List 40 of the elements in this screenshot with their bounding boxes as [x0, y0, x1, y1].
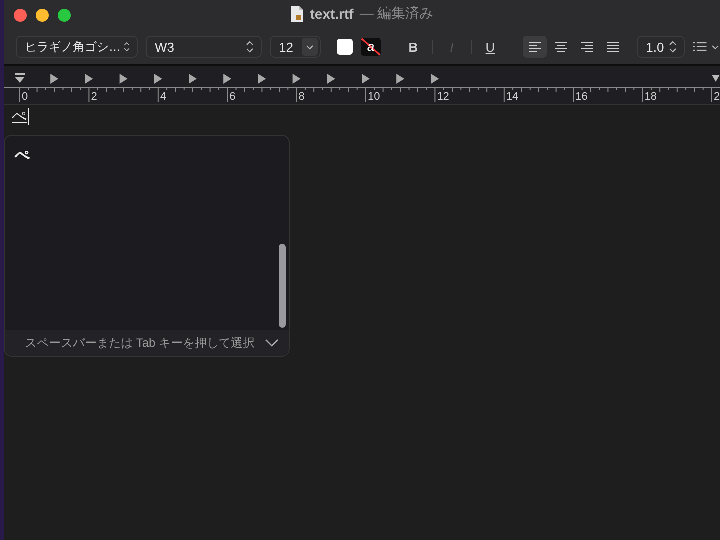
underline-button[interactable]: U	[480, 40, 502, 54]
chevron-down-icon	[302, 38, 318, 56]
text-color-button[interactable]	[337, 39, 354, 55]
chevron-down-icon	[265, 337, 279, 349]
zoom-button[interactable]	[58, 8, 71, 22]
align-left-button[interactable]	[523, 36, 548, 58]
edited-status: — 編集済み	[360, 5, 434, 23]
candidate-item[interactable]: ぺ	[13, 146, 32, 165]
ruler-number: 14	[506, 91, 519, 103]
composing-text: ぺ	[12, 108, 29, 125]
bold-button[interactable]: B	[402, 40, 424, 54]
ruler-number: 2	[714, 91, 720, 103]
window-title: text.rtf	[310, 6, 354, 22]
updown-icon	[668, 40, 678, 54]
ruler-number: 6	[230, 91, 236, 103]
ruler-number: 10	[368, 91, 380, 103]
minimize-button[interactable]	[36, 8, 49, 22]
font-family-dropdown[interactable]: ヒラギノ角ゴシ…	[16, 36, 138, 58]
ruler-number: 2	[91, 91, 98, 103]
updown-icon	[245, 40, 255, 54]
ruler-number: 16	[576, 91, 588, 103]
ruler-number: 18	[644, 91, 658, 103]
align-justify-icon	[605, 40, 622, 54]
scrollbar-thumb[interactable]	[279, 244, 286, 328]
ruler-number: 4	[160, 91, 167, 103]
close-button[interactable]	[14, 8, 27, 22]
ruler-number: 8	[298, 91, 305, 103]
line-spacing-dropdown[interactable]: 1.0	[637, 36, 685, 58]
font-style-dropdown[interactable]: W3	[146, 36, 262, 58]
ruler[interactable]: 0 2 4 6 8 10 12 14 16 18 2	[4, 66, 720, 105]
align-center-icon	[553, 40, 570, 54]
font-size-combobox[interactable]: 12	[270, 36, 322, 58]
ruler-number: 12	[437, 91, 450, 103]
ruler-number: 0	[22, 91, 28, 103]
align-left-icon	[527, 40, 544, 54]
updown-icon	[123, 40, 131, 54]
list-icon	[692, 40, 720, 54]
candidate-hint: スペースバーまたは Tab キーを押して選択	[24, 334, 255, 352]
align-right-icon	[579, 40, 596, 54]
document-icon	[290, 6, 304, 22]
